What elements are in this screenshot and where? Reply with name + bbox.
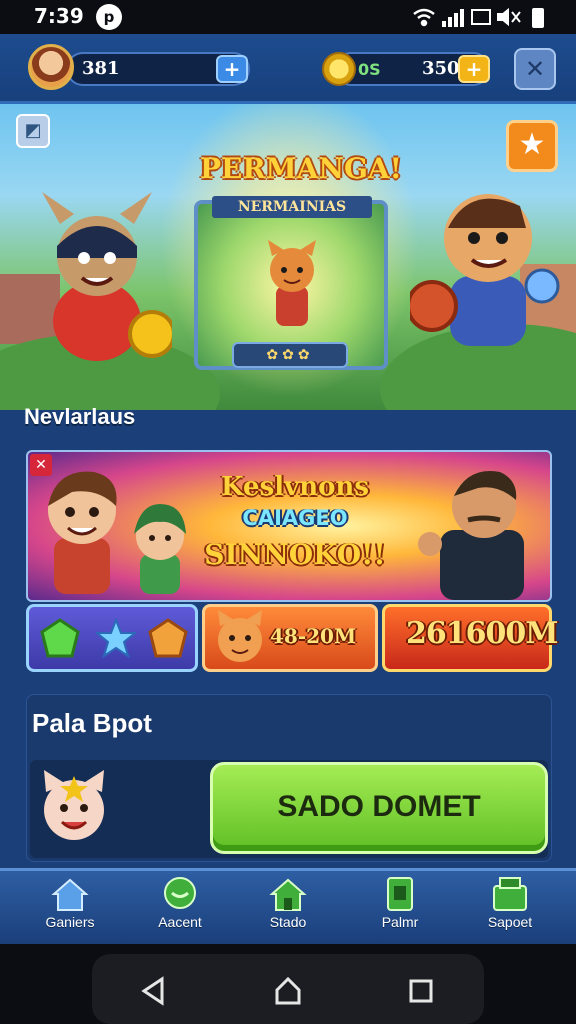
- add-coin-button[interactable]: +: [458, 55, 490, 83]
- event-subtitle: CAIAGEO: [242, 506, 348, 530]
- tab-label: Sapoet: [487, 914, 533, 930]
- hero-card-reward-bar: ✿✿✿: [232, 342, 348, 368]
- avatar[interactable]: [28, 44, 74, 90]
- chat-icon: [164, 877, 196, 909]
- back-icon[interactable]: [140, 976, 166, 1006]
- event-character-man: [418, 471, 524, 600]
- mute-icon: [497, 7, 521, 27]
- event-character-girl: [134, 504, 186, 594]
- screenshot-icon: [471, 9, 491, 25]
- tab-label: Ganiers: [45, 914, 95, 930]
- event-headline: SINNOKO!!: [204, 538, 386, 571]
- orange-gem-icon: [148, 618, 188, 658]
- home-nav-icon[interactable]: [274, 976, 302, 1006]
- pet-dog-icon: [218, 610, 262, 662]
- app-notification-icon: p: [96, 4, 122, 30]
- signal-icon: [442, 9, 464, 27]
- status-icons: [413, 7, 544, 28]
- primary-action-button[interactable]: SADO DOMET: [210, 762, 548, 854]
- hero-back-button[interactable]: ◩: [16, 114, 50, 148]
- hero-character-right: [410, 194, 560, 346]
- status-time: 7:39: [34, 4, 84, 28]
- pet-reward-value: 48-20M: [270, 624, 357, 648]
- section-title-panel: Pala Bpot: [32, 708, 152, 738]
- shop-icon: [493, 877, 527, 911]
- coin-value: 350: [422, 58, 460, 79]
- close-button[interactable]: ✕: [514, 48, 556, 90]
- recents-icon[interactable]: [408, 978, 434, 1004]
- coin-label: 0S: [358, 60, 381, 79]
- tab-cards[interactable]: Palmr: [350, 870, 450, 938]
- tab-label: Stado: [269, 914, 307, 930]
- blue-star-icon: [96, 618, 136, 658]
- tab-home[interactable]: Ganiers: [20, 870, 120, 938]
- wifi-icon: [413, 8, 435, 27]
- hero-character-left: [42, 192, 172, 361]
- home-icon: [51, 878, 89, 911]
- battery-icon: [532, 8, 544, 28]
- hero-title: PERMANGA!: [200, 152, 402, 185]
- tab-chat[interactable]: Aacent: [130, 870, 230, 938]
- tab-label: Aacent: [158, 914, 202, 930]
- favorite-star-button[interactable]: ★: [506, 120, 558, 172]
- house-icon: [269, 878, 307, 911]
- pet-portrait[interactable]: [36, 768, 112, 844]
- add-level-button[interactable]: +: [216, 55, 248, 83]
- prize-reward-value: 261600M: [406, 616, 558, 651]
- card-icon: [387, 877, 413, 911]
- section-title-news: Nevlarlaus: [24, 404, 136, 429]
- hero-card-character: [268, 240, 316, 326]
- tab-label: Palmr: [381, 914, 419, 930]
- hero-subtitle: NERMAINIAS: [212, 196, 372, 218]
- tab-shop[interactable]: Sapoet: [460, 870, 560, 938]
- event-title: Keslvnons: [221, 472, 369, 502]
- level-value: 381: [82, 58, 120, 79]
- tab-stage[interactable]: Stado: [238, 870, 338, 938]
- event-character-boy: [48, 471, 117, 594]
- green-gem-icon: [40, 618, 80, 658]
- coin-icon: [322, 52, 356, 86]
